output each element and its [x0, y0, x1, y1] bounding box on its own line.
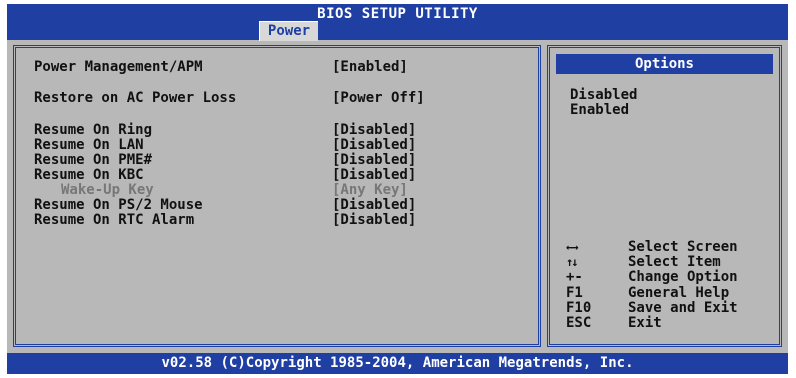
setting-value-resume-on-lan[interactable]: [Disabled] [332, 138, 416, 153]
bios-screen: BIOS SETUP UTILITY Power Power Managemen… [7, 4, 788, 374]
setting-value-resume-on-rtc-alarm[interactable]: [Disabled] [332, 213, 416, 228]
help-change-option: Change Option [628, 269, 738, 285]
help-general-help: General Help [628, 285, 730, 301]
setting-label-restore-ac-power-loss[interactable]: Restore on AC Power Loss [34, 91, 236, 106]
settings-panel: Power Management/APM [Enabled] Restore o… [13, 45, 541, 347]
option-enabled[interactable]: Enabled [570, 103, 629, 118]
setting-label-resume-on-ps2-mouse[interactable]: Resume On PS/2 Mouse [34, 198, 203, 213]
setting-label-power-management[interactable]: Power Management/APM [34, 60, 203, 75]
tab-power[interactable]: Power [259, 21, 318, 41]
setting-value-resume-on-kbc[interactable]: [Disabled] [332, 168, 416, 183]
setting-label-resume-on-kbc[interactable]: Resume On KBC [34, 168, 144, 183]
esc-key: ESC [566, 315, 592, 331]
f10-key: F10 [566, 300, 592, 316]
setting-label-resume-on-pme[interactable]: Resume On PME# [34, 153, 152, 168]
bios-title: BIOS SETUP UTILITY [317, 6, 478, 22]
help-exit: Exit [628, 315, 662, 331]
setting-value-resume-on-ps2-mouse[interactable]: [Disabled] [332, 198, 416, 213]
setting-label-resume-on-lan[interactable]: Resume On LAN [34, 138, 144, 153]
left-right-arrows-icon: ←→ [566, 240, 579, 254]
f1-key: F1 [566, 285, 583, 301]
setting-value-wake-up-key: [Any Key] [332, 182, 408, 198]
setting-value-resume-on-pme[interactable]: [Disabled] [332, 153, 416, 168]
setting-value-restore-ac-power-loss[interactable]: [Power Off] [332, 91, 425, 106]
setting-label-wake-up-key: Wake-Up Key [61, 182, 154, 198]
plus-minus-key: +- [566, 269, 583, 285]
copyright-text: v02.58 (C)Copyright 1985-2004, American … [161, 355, 634, 371]
footer-bar: v02.58 (C)Copyright 1985-2004, American … [7, 353, 788, 374]
setting-label-resume-on-ring[interactable]: Resume On Ring [34, 123, 152, 138]
options-header: Options [556, 54, 773, 74]
options-panel: Options Disabled Enabled ←→ Select Scree… [547, 45, 782, 347]
title-bar: BIOS SETUP UTILITY Power [7, 4, 788, 41]
setting-value-resume-on-ring[interactable]: [Disabled] [332, 123, 416, 138]
setting-label-resume-on-rtc-alarm[interactable]: Resume On RTC Alarm [34, 213, 194, 228]
option-disabled[interactable]: Disabled [570, 88, 637, 103]
up-down-arrows-icon: ↑↓ [566, 255, 579, 269]
setting-value-power-management[interactable]: [Enabled] [332, 60, 408, 75]
help-select-item: Select Item [628, 254, 721, 270]
help-select-screen: Select Screen [628, 239, 738, 255]
help-save-and-exit: Save and Exit [628, 300, 738, 316]
